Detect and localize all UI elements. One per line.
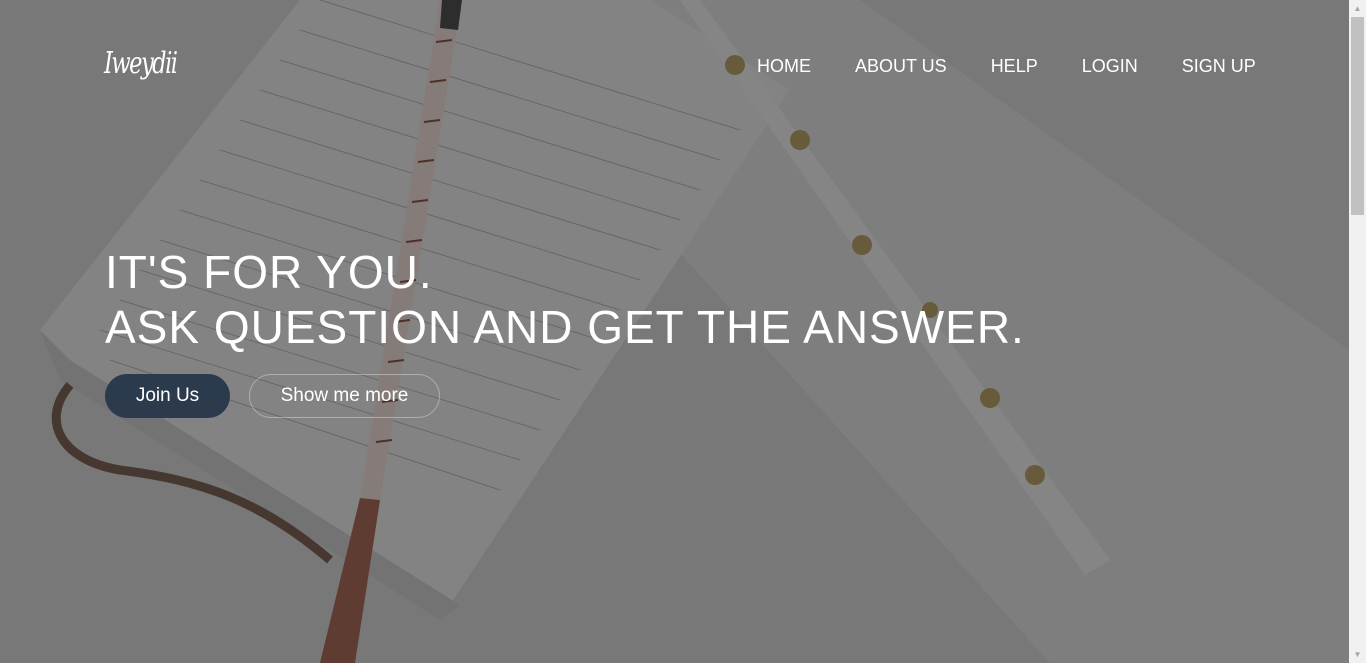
nav-item-help[interactable]: HELP [991, 56, 1038, 77]
vertical-scrollbar[interactable]: ▲ ▼ [1349, 0, 1366, 663]
nav-item-login[interactable]: LOGIN [1082, 56, 1138, 77]
hero-buttons: Join Us Show me more [105, 374, 440, 418]
scroll-down-arrow-icon[interactable]: ▼ [1349, 646, 1366, 663]
page: Iweydii HOME ABOUT US HELP LOGIN SIGN UP… [0, 0, 1366, 663]
join-us-button[interactable]: Join Us [105, 374, 230, 418]
logo[interactable]: Iweydii [104, 46, 178, 81]
hero-heading: IT'S FOR YOU. ASK QUESTION AND GET THE A… [105, 245, 1025, 355]
nav-item-home[interactable]: HOME [757, 56, 811, 77]
hero-heading-line-1: IT'S FOR YOU. [105, 246, 433, 298]
nav-item-about-us[interactable]: ABOUT US [855, 56, 947, 77]
scrollbar-thumb[interactable] [1351, 17, 1364, 215]
show-me-more-button[interactable]: Show me more [249, 374, 440, 418]
nav-item-sign-up[interactable]: SIGN UP [1182, 56, 1256, 77]
main-nav: HOME ABOUT US HELP LOGIN SIGN UP [757, 56, 1256, 77]
hero-heading-line-2: ASK QUESTION AND GET THE ANSWER. [105, 301, 1025, 353]
scroll-up-arrow-icon[interactable]: ▲ [1349, 0, 1366, 17]
hero-section: IT'S FOR YOU. ASK QUESTION AND GET THE A… [105, 245, 1025, 355]
